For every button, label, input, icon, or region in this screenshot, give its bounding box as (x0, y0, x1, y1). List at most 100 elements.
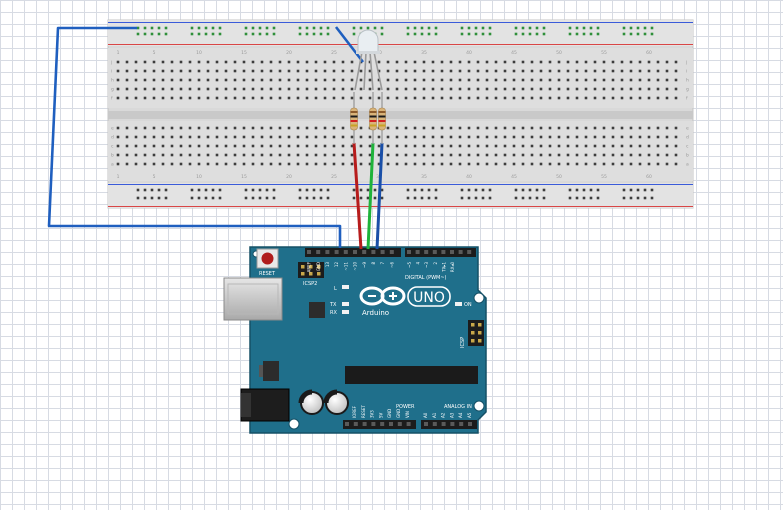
rail-hole[interactable] (622, 26, 626, 30)
breadboard-hole[interactable] (566, 126, 570, 130)
breadboard-hole[interactable] (224, 60, 228, 64)
rail-hole[interactable] (650, 196, 654, 200)
header-pin[interactable] (467, 250, 472, 254)
header-pin[interactable] (424, 422, 428, 426)
breadboard-hole[interactable] (341, 144, 345, 148)
breadboard-hole[interactable] (440, 96, 444, 100)
breadboard-hole[interactable] (170, 78, 174, 82)
breadboard-hole[interactable] (188, 144, 192, 148)
breadboard-hole[interactable] (188, 69, 192, 73)
breadboard-hole[interactable] (440, 69, 444, 73)
rail-hole[interactable] (488, 26, 492, 30)
rail-hole[interactable] (204, 188, 208, 192)
breadboard-hole[interactable] (152, 126, 156, 130)
breadboard-hole[interactable] (674, 69, 678, 73)
breadboard-hole[interactable] (143, 153, 147, 157)
rail-hole[interactable] (190, 26, 194, 30)
breadboard-hole[interactable] (233, 60, 237, 64)
breadboard-hole[interactable] (602, 78, 606, 82)
rail-hole[interactable] (596, 26, 600, 30)
breadboard-hole[interactable] (467, 153, 471, 157)
breadboard-hole[interactable] (179, 96, 183, 100)
rail-hole[interactable] (420, 188, 424, 192)
breadboard-hole[interactable] (296, 135, 300, 139)
breadboard-hole[interactable] (197, 144, 201, 148)
breadboard-hole[interactable] (539, 69, 543, 73)
rail-hole[interactable] (204, 26, 208, 30)
breadboard-hole[interactable] (386, 78, 390, 82)
breadboard-hole[interactable] (512, 69, 516, 73)
breadboard-hole[interactable] (485, 69, 489, 73)
breadboard-hole[interactable] (224, 162, 228, 166)
breadboard-hole[interactable] (269, 162, 273, 166)
breadboard-hole[interactable] (404, 153, 408, 157)
breadboard-hole[interactable] (647, 87, 651, 91)
breadboard-hole[interactable] (611, 78, 615, 82)
breadboard-hole[interactable] (530, 87, 534, 91)
breadboard-hole[interactable] (359, 153, 363, 157)
breadboard-hole[interactable] (566, 60, 570, 64)
breadboard-hole[interactable] (476, 126, 480, 130)
breadboard-hole[interactable] (431, 126, 435, 130)
breadboard-hole[interactable] (494, 96, 498, 100)
rail-hole[interactable] (190, 32, 194, 36)
rail-hole[interactable] (244, 196, 248, 200)
breadboard-hole[interactable] (494, 126, 498, 130)
breadboard-hole[interactable] (539, 144, 543, 148)
rail-hole[interactable] (481, 196, 485, 200)
breadboard-hole[interactable] (215, 144, 219, 148)
breadboard-hole[interactable] (143, 78, 147, 82)
breadboard-hole[interactable] (206, 162, 210, 166)
breadboard-hole[interactable] (575, 60, 579, 64)
breadboard-hole[interactable] (449, 135, 453, 139)
rail-hole[interactable] (575, 26, 579, 30)
breadboard-hole[interactable] (665, 78, 669, 82)
breadboard-hole[interactable] (476, 60, 480, 64)
breadboard-hole[interactable] (134, 78, 138, 82)
breadboard-hole[interactable] (620, 78, 624, 82)
breadboard-hole[interactable] (161, 126, 165, 130)
breadboard-hole[interactable] (170, 135, 174, 139)
breadboard-hole[interactable] (530, 96, 534, 100)
breadboard-hole[interactable] (260, 78, 264, 82)
breadboard-hole[interactable] (332, 87, 336, 91)
rail-hole[interactable] (434, 32, 438, 36)
breadboard-hole[interactable] (458, 135, 462, 139)
breadboard-hole[interactable] (557, 144, 561, 148)
breadboard-hole[interactable] (332, 135, 336, 139)
breadboard-hole[interactable] (359, 135, 363, 139)
breadboard-hole[interactable] (242, 69, 246, 73)
breadboard-hole[interactable] (296, 60, 300, 64)
breadboard-hole[interactable] (485, 96, 489, 100)
breadboard-hole[interactable] (251, 78, 255, 82)
header-pin[interactable] (353, 422, 358, 426)
rail-hole[interactable] (596, 32, 600, 36)
rail-hole[interactable] (488, 32, 492, 36)
breadboard-hole[interactable] (629, 60, 633, 64)
breadboard-hole[interactable] (260, 60, 264, 64)
rail-hole[interactable] (582, 32, 586, 36)
header-pin[interactable] (371, 422, 376, 426)
breadboard-hole[interactable] (611, 87, 615, 91)
breadboard-hole[interactable] (674, 162, 678, 166)
breadboard-hole[interactable] (179, 144, 183, 148)
breadboard-hole[interactable] (170, 162, 174, 166)
breadboard-hole[interactable] (314, 60, 318, 64)
breadboard-hole[interactable] (395, 135, 399, 139)
breadboard-hole[interactable] (413, 87, 417, 91)
breadboard-hole[interactable] (566, 153, 570, 157)
breadboard-hole[interactable] (233, 87, 237, 91)
breadboard-hole[interactable] (368, 87, 372, 91)
breadboard-hole[interactable] (638, 153, 642, 157)
breadboard-hole[interactable] (440, 144, 444, 148)
breadboard-hole[interactable] (350, 60, 354, 64)
breadboard-hole[interactable] (674, 87, 678, 91)
breadboard-hole[interactable] (431, 162, 435, 166)
rail-hole[interactable] (474, 32, 478, 36)
breadboard-hole[interactable] (467, 87, 471, 91)
rail-hole[interactable] (197, 196, 201, 200)
breadboard-hole[interactable] (242, 96, 246, 100)
breadboard-hole[interactable] (593, 96, 597, 100)
breadboard-hole[interactable] (314, 135, 318, 139)
rail-hole[interactable] (622, 196, 626, 200)
